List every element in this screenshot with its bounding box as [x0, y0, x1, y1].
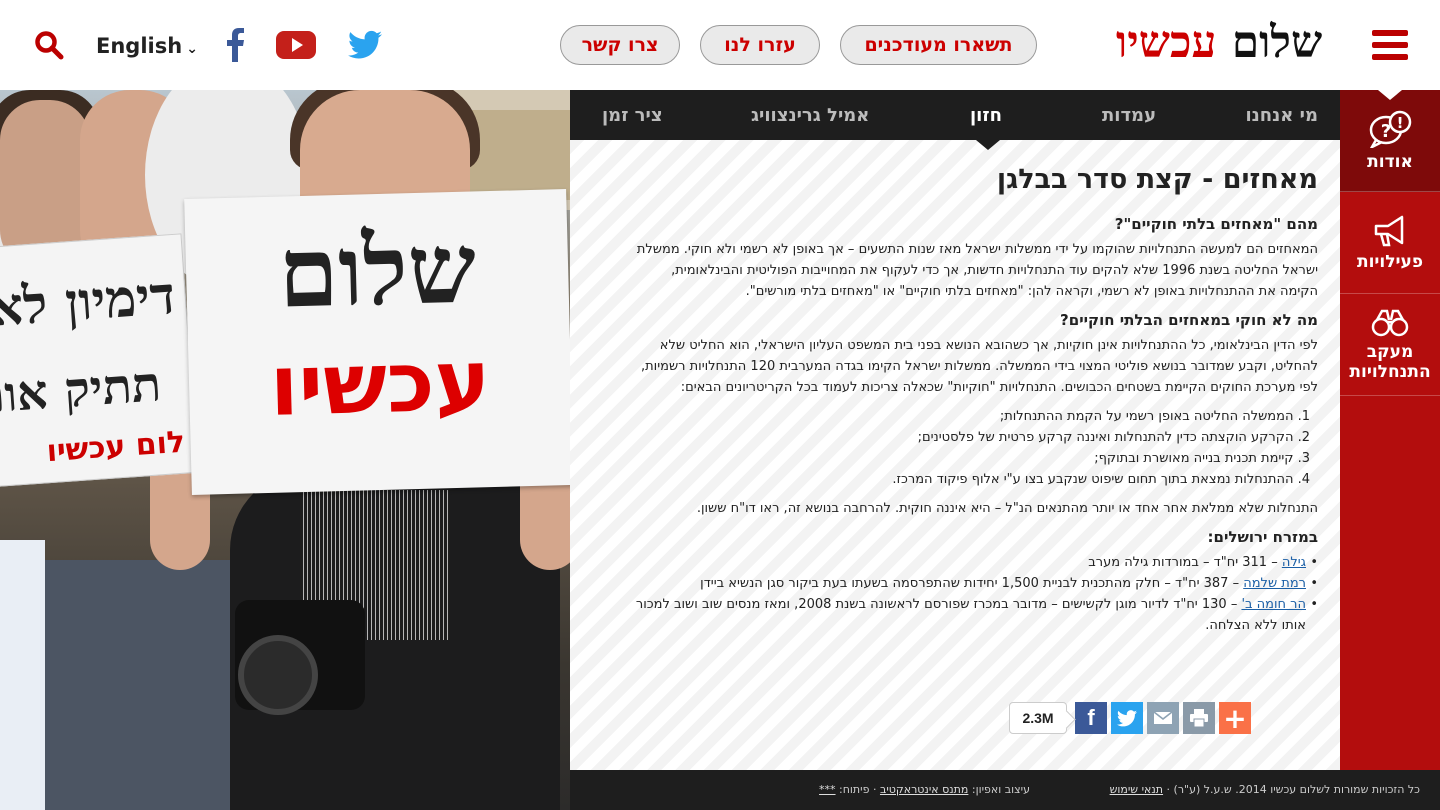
footer-copyright: כל הזכויות שמורות לשלום עכשיו 2014. ש.ע.… — [1109, 783, 1420, 796]
article-panel: מאחזים - קצת סדר בבלגן מהם "מאחזים בלתי … — [570, 140, 1340, 770]
youtube-icon[interactable] — [276, 28, 316, 62]
sidebar-item-settlement-watch[interactable]: מעקב התנחלויות — [1340, 294, 1440, 396]
mail-icon[interactable] — [1147, 702, 1179, 734]
language-selector[interactable]: English ⌄ — [96, 34, 198, 58]
sidebar-item-label: מעקב התנחלויות — [1349, 341, 1431, 382]
section-nav: מי אנחנו עמדות חזון אמיל גרינצוויג ציר ז… — [570, 90, 1340, 150]
menu-pointer — [1378, 90, 1402, 100]
link-gilo[interactable]: גילה — [1282, 555, 1306, 570]
sign-left-line3: לום עכשיו — [45, 424, 187, 470]
tab-emil-grunzweig[interactable]: אמיל גרינצוויג — [751, 90, 869, 140]
paragraph: לפי הדין הבינלאומי, כל ההתנחלויות אינן ח… — [640, 338, 1318, 395]
stay-updated-button[interactable]: תשארו מעודכנים — [840, 25, 1037, 65]
tab-about-us[interactable]: מי אנחנו — [1245, 90, 1318, 140]
facebook-icon[interactable] — [226, 28, 244, 62]
list-item: 3. קיימת תכנית בנייה מאושרת ובתוקף; — [1094, 451, 1310, 466]
sign-main-line2: עכשיו — [268, 331, 492, 435]
svg-text:!: ! — [1397, 114, 1404, 132]
twitter-share-icon[interactable] — [1111, 702, 1143, 734]
list-item: 2. הקרקע הוקצתה כדין להתנחלות ואיננה קרק… — [917, 430, 1310, 445]
plus-icon[interactable]: + — [1219, 702, 1251, 735]
site-header: English ⌄ צרו קשר עזרו לנו תשארו מעודכנים… — [0, 0, 1440, 90]
sidebar-item-about[interactable]: ? ! אודות — [1340, 90, 1440, 192]
language-label: English — [96, 34, 183, 58]
active-tab-indicator — [976, 140, 1000, 150]
contact-button[interactable]: צרו קשר — [560, 25, 680, 65]
twitter-icon[interactable] — [348, 28, 382, 62]
article: מאחזים - קצת סדר בבלגן מהם "מאחזים בלתי … — [632, 160, 1318, 644]
paragraph: התנחלות שלא ממלאת אחר אחד או יותר מהתנאי… — [696, 501, 1318, 516]
megaphone-icon — [1374, 215, 1404, 246]
sidebar-item-label: אודות — [1367, 151, 1413, 172]
logo-word-now: עכשיו — [1116, 17, 1217, 68]
tab-positions[interactable]: עמדות — [1102, 90, 1156, 140]
search-icon[interactable] — [34, 30, 64, 60]
list-item: גילה – 311 יח"ד – במורדות גילה מערב — [632, 552, 1318, 573]
section-heading: מה לא חוקי במאחזים הבלתי חוקיים? — [1060, 311, 1318, 329]
terms-link[interactable]: תנאי שימוש — [1110, 783, 1163, 796]
paragraph: המאחזים הם למעשה התנחלויות שהוקמו על ידי… — [636, 242, 1318, 299]
facebook-share-icon[interactable]: f — [1075, 702, 1107, 734]
list-item: הר חומה ב' – 130 יח"ד לדיור מוגן לקשישים… — [632, 594, 1318, 636]
sign-main-line1: שלום — [277, 211, 478, 330]
list-item: רמת שלמה – 387 יח"ד – חלק מהתכנית לבניית… — [632, 573, 1318, 594]
protest-sign-main: שלום עכשיו — [184, 189, 570, 495]
section-heading: במזרח ירושלים: — [1207, 528, 1318, 546]
site-logo[interactable]: שלום עכשיו — [1116, 8, 1322, 78]
link-har-homa[interactable]: הר חומה ב' — [1241, 597, 1306, 612]
side-menu: ? ! אודות פעילויות מעקב התנחלויות — [1340, 90, 1440, 770]
svg-text:?: ? — [1381, 121, 1391, 142]
share-count: 2.3M — [1009, 702, 1067, 734]
footer-credits: עיצוב ואפיון: מתנס אינטראקטיב · פיתוח: *… — [819, 783, 1030, 796]
list-item: 4. ההתנחלות נמצאת בתוך תחום שיפוט שנקבע … — [892, 472, 1310, 487]
question-bubble-icon: ? ! — [1369, 110, 1412, 148]
section-heading: מהם "מאחזים בלתי חוקיים"? — [1114, 215, 1318, 233]
east-jerusalem-list: גילה – 311 יח"ד – במורדות גילה מערב רמת … — [632, 552, 1318, 636]
sign-left-line2: תתיק אות — [0, 356, 163, 426]
binoculars-icon — [1371, 309, 1409, 336]
sign-left-line1: דימיון לא — [0, 265, 177, 339]
hero-photo: דימיון לא תתיק אות לום עכשיו שלום עכשיו — [0, 90, 570, 810]
tab-vision[interactable]: חזון — [970, 90, 1002, 140]
site-footer: כל הזכויות שמורות לשלום עכשיו 2014. ש.ע.… — [570, 770, 1440, 810]
page-title: מאחזים - קצת סדר בבלגן — [996, 164, 1318, 195]
sidebar-item-activities[interactable]: פעילויות — [1340, 192, 1440, 294]
link-ramat-shlomo[interactable]: רמת שלמה — [1243, 576, 1306, 591]
sidebar-item-label: פעילויות — [1356, 251, 1424, 272]
protest-sign-left: דימיון לא תתיק אות לום עכשיו — [0, 233, 199, 487]
print-icon[interactable] — [1183, 702, 1215, 734]
share-bar: 2.3M f + — [1009, 702, 1251, 735]
list-item: 1. הממשלה החליטה באופן רשמי על הקמת ההתנ… — [999, 409, 1310, 424]
dev-credit-link[interactable]: *** — [819, 783, 836, 796]
logo-word-peace: שלום — [1231, 17, 1323, 68]
tab-timeline[interactable]: ציר זמן — [602, 90, 663, 140]
chevron-down-icon: ⌄ — [186, 41, 198, 57]
design-credit-link[interactable]: מתנס אינטראקטיב — [880, 783, 968, 796]
help-us-button[interactable]: עזרו לנו — [700, 25, 820, 65]
criteria-list: 1. הממשלה החליטה באופן רשמי על הקמת ההתנ… — [632, 406, 1318, 490]
menu-icon[interactable] — [1372, 30, 1408, 62]
